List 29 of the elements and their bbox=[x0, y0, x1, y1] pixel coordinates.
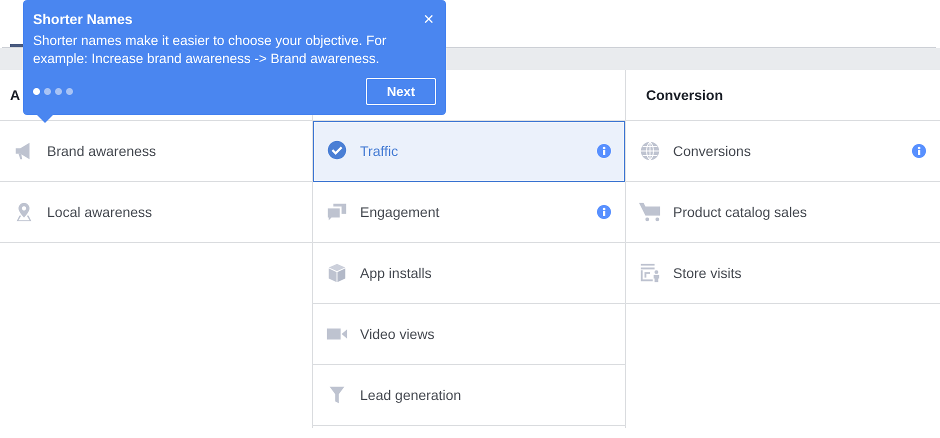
shopping-cart-icon bbox=[639, 201, 661, 223]
chat-icon bbox=[326, 201, 348, 223]
column-header: Conversion bbox=[646, 87, 724, 103]
step-dot[interactable] bbox=[33, 88, 40, 95]
objective-option[interactable]: Brand awareness bbox=[0, 121, 312, 182]
objective-option[interactable]: Engagement bbox=[313, 182, 625, 243]
objective-option[interactable]: Product catalog sales bbox=[626, 182, 940, 243]
objective-option[interactable]: Conversions bbox=[626, 121, 940, 182]
step-dot[interactable] bbox=[55, 88, 62, 95]
globe-icon bbox=[639, 140, 661, 162]
cube-icon bbox=[326, 262, 348, 284]
info-icon[interactable] bbox=[597, 144, 611, 158]
column-header: A bbox=[10, 87, 20, 103]
tooltip-title: Shorter Names bbox=[33, 11, 133, 27]
step-dot[interactable] bbox=[66, 88, 73, 95]
store-icon bbox=[639, 262, 661, 284]
objective-option[interactable]: Lead generation bbox=[313, 365, 625, 426]
info-icon[interactable] bbox=[912, 144, 926, 158]
info-icon[interactable] bbox=[597, 205, 611, 219]
step-dot[interactable] bbox=[44, 88, 51, 95]
check-icon bbox=[326, 140, 348, 162]
objective-option[interactable]: Local awareness bbox=[0, 182, 312, 243]
objective-option[interactable]: Traffic bbox=[313, 121, 625, 182]
objective-option[interactable]: App installs bbox=[313, 243, 625, 304]
next-button[interactable]: Next bbox=[366, 78, 436, 105]
tooltip-text: Shorter names make it easier to choose your objective. For example: Increase brand awareness -> Brand awareness. bbox=[33, 32, 388, 68]
objective-option[interactable]: Store visits bbox=[626, 243, 940, 304]
close-button[interactable]: × bbox=[421, 9, 436, 29]
objective-option[interactable]: Video views bbox=[313, 304, 625, 365]
